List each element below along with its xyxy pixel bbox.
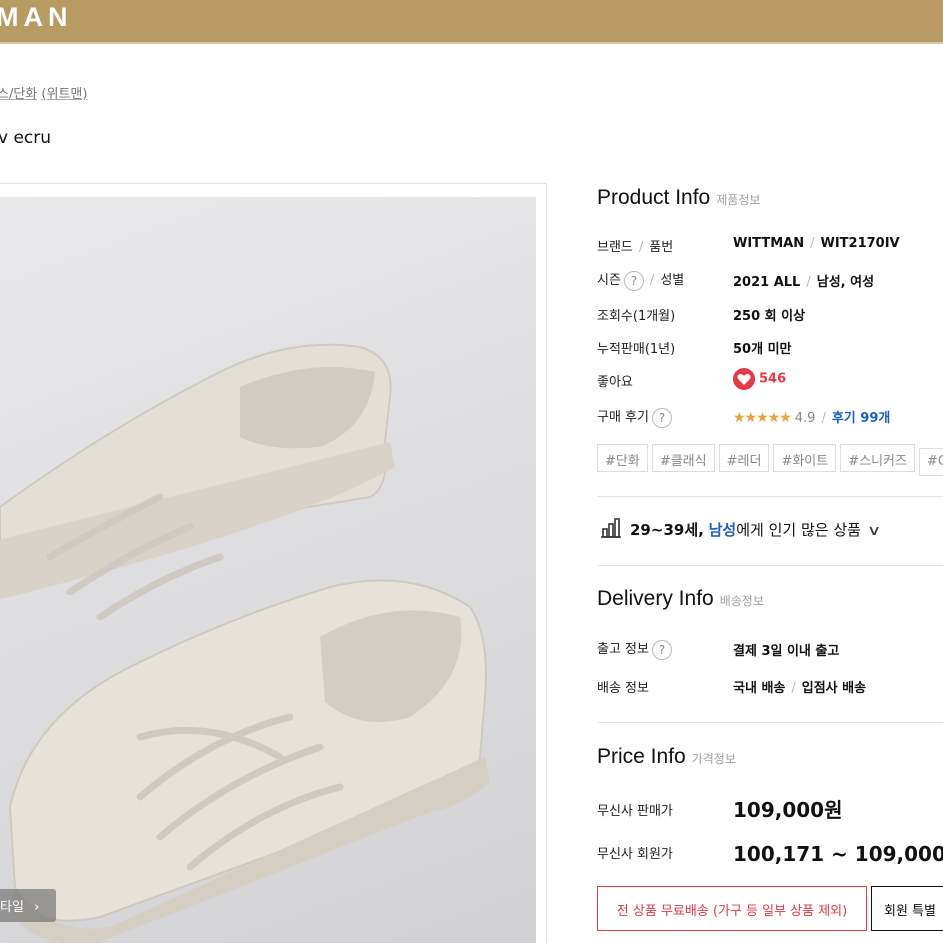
season-value: 2021 ALL / 남성, 여성 bbox=[733, 275, 875, 290]
help-icon[interactable]: ? bbox=[623, 270, 644, 291]
popular-gender: 남성 bbox=[708, 521, 737, 539]
star-rating-icon: ★★★★★ bbox=[733, 410, 792, 426]
help-icon[interactable]: ? bbox=[651, 639, 672, 660]
tag-item[interactable]: #클래식 bbox=[651, 444, 715, 472]
dispatch-value: 결제 3일 이내 출고 bbox=[733, 644, 840, 659]
price-info-title: Price Info 가격정보 bbox=[597, 745, 736, 769]
product-number: WIT2170IV bbox=[820, 236, 900, 251]
product-info-title: Product Info 제품정보 bbox=[597, 186, 760, 210]
heart-icon[interactable] bbox=[733, 368, 755, 390]
chevron-right-icon: › bbox=[34, 900, 40, 915]
views-label: 조회수(1개월) bbox=[597, 309, 676, 324]
style-view-button[interactable]: 타일 › bbox=[0, 889, 56, 922]
member-price-label: 무신사 회원가 bbox=[597, 847, 673, 862]
likes-value[interactable]: 546 bbox=[733, 368, 786, 390]
site-logo[interactable]: MAN bbox=[0, 2, 73, 33]
season-label: 시즌? / 성별 bbox=[597, 269, 684, 291]
delivery-info-subtitle: 배송정보 bbox=[719, 594, 764, 608]
member-price[interactable]: 100,171 ~ 109,000원∨ bbox=[733, 838, 943, 867]
breadcrumb-brand[interactable]: (위트맨) bbox=[41, 87, 87, 102]
popular-with-dropdown[interactable]: 29~39세, 남성에게 인기 많은 상품 ∨ bbox=[600, 518, 881, 540]
shipping-value: 국내 배송 / 입점사 배송 bbox=[733, 681, 867, 696]
member-special-button[interactable]: 회원 특별 bbox=[871, 886, 943, 931]
season-text: 2021 ALL bbox=[733, 275, 801, 290]
views-value: 250 회 이상 bbox=[733, 309, 806, 324]
sales-value: 50개 미만 bbox=[733, 342, 792, 357]
chevron-down-icon[interactable]: ∨ bbox=[867, 523, 881, 539]
brand-label-text: 브랜드 bbox=[597, 240, 633, 255]
tag-item[interactable]: #단화 bbox=[597, 444, 648, 472]
brand-name[interactable]: WITTMAN bbox=[733, 236, 804, 251]
likes-label: 좋아요 bbox=[597, 375, 633, 390]
brand-value: WITTMAN / WIT2170IV bbox=[733, 236, 900, 251]
divider bbox=[597, 722, 943, 723]
product-info-heading: Product Info bbox=[597, 186, 711, 209]
help-icon[interactable]: ? bbox=[651, 407, 672, 428]
tag-item[interactable]: #화이트 bbox=[773, 444, 837, 472]
brand-label: 브랜드 / 품번 bbox=[597, 240, 674, 255]
product-no-label-text: 품번 bbox=[649, 240, 674, 255]
divider bbox=[597, 565, 943, 566]
popular-suffix: 에게 인기 많은 상품 bbox=[736, 521, 861, 539]
dispatch-label: 출고 정보? bbox=[597, 638, 672, 660]
tag-item[interactable]: #레더 bbox=[718, 444, 770, 472]
season-label-text: 시즌 bbox=[597, 273, 621, 288]
product-info-subtitle: 제품정보 bbox=[716, 193, 761, 207]
product-title: v ecru bbox=[0, 128, 52, 148]
like-count: 546 bbox=[759, 371, 787, 387]
dispatch-label-text: 출고 정보 bbox=[597, 642, 649, 657]
popular-age: 29~39세, bbox=[630, 521, 704, 539]
member-price-text: 100,171 ~ 109,000원 bbox=[733, 842, 943, 866]
free-shipping-button[interactable]: 전 상품 무료배송 (가구 등 일부 상품 제외) bbox=[597, 886, 867, 931]
sales-label: 누적판매(1년) bbox=[597, 342, 676, 357]
price-info-subtitle: 가격정보 bbox=[691, 752, 736, 766]
product-photo[interactable] bbox=[0, 197, 536, 943]
delivery-info-heading: Delivery Info bbox=[597, 587, 714, 610]
top-header-bar: MAN bbox=[0, 0, 943, 44]
style-view-label: 타일 bbox=[0, 900, 24, 915]
tag-item[interactable]: #OI bbox=[918, 448, 943, 476]
review-count-link[interactable]: 후기 99개 bbox=[832, 411, 891, 426]
tag-item[interactable]: #스니커즈 bbox=[840, 444, 915, 472]
gender-label-text: 성별 bbox=[660, 273, 685, 288]
shipping-domestic: 국내 배송 bbox=[733, 681, 786, 696]
review-label-text: 구매 후기 bbox=[597, 410, 649, 425]
sneaker-illustration bbox=[0, 343, 490, 943]
divider bbox=[597, 496, 943, 497]
review-value: ★★★★★ 4.9/후기 99개 bbox=[733, 410, 891, 426]
shipping-vendor: 입점사 배송 bbox=[801, 681, 867, 696]
shipping-label: 배송 정보 bbox=[597, 681, 649, 696]
review-label: 구매 후기? bbox=[597, 406, 672, 428]
bar-chart-icon bbox=[601, 518, 621, 538]
sale-price-label: 무신사 판매가 bbox=[597, 804, 673, 819]
sale-price: 109,000원 bbox=[733, 798, 843, 822]
breadcrumb-category[interactable]: 스/단화 bbox=[0, 87, 37, 102]
tag-list: #단화#클래식#레더#화이트#스니커즈#OI bbox=[597, 444, 943, 476]
rating-score: 4.9 bbox=[794, 411, 816, 426]
gender-text: 남성, 여성 bbox=[816, 275, 875, 290]
price-info-heading: Price Info bbox=[597, 745, 686, 768]
breadcrumb: 스/단화 (위트맨) bbox=[0, 83, 87, 102]
delivery-info-title: Delivery Info 배송정보 bbox=[597, 587, 764, 611]
